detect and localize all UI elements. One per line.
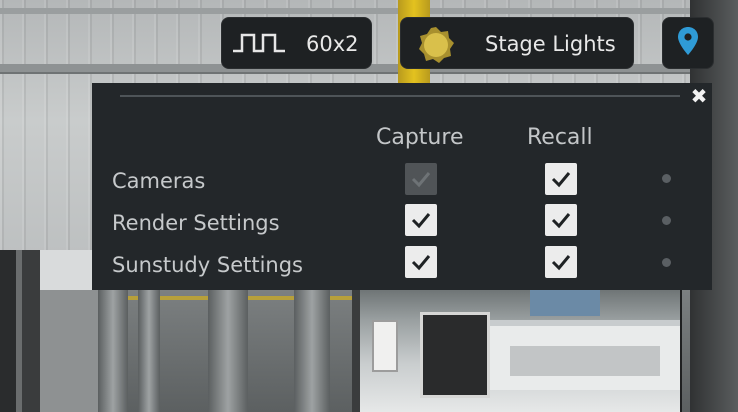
row-label-sunstudy-settings: Sunstudy Settings <box>112 253 303 277</box>
stage-lights-label: Stage Lights <box>485 32 616 56</box>
stage-lights-button[interactable]: Stage Lights <box>400 17 634 69</box>
row-status-dot <box>662 258 671 267</box>
checkmark-icon <box>411 255 431 271</box>
pillar-group <box>98 288 330 412</box>
map-pin-icon <box>677 26 699 60</box>
checkmark-icon <box>551 172 571 188</box>
fps-label: 60x2 <box>306 32 359 56</box>
checkmark-icon <box>411 213 431 229</box>
recall-column-header: Recall <box>527 125 593 150</box>
checkmark-icon <box>411 172 431 188</box>
cameras-recall-checkbox[interactable] <box>545 163 577 195</box>
pulse-wave-icon <box>232 31 286 59</box>
capture-column-header: Capture <box>376 125 464 150</box>
checkmark-icon <box>551 255 571 271</box>
sun-icon <box>417 26 455 68</box>
panel-drag-handle[interactable] <box>92 83 712 109</box>
drag-line <box>120 95 680 97</box>
fps-button[interactable]: 60x2 <box>221 17 372 69</box>
row-status-dot <box>662 174 671 183</box>
cameras-capture-checkbox <box>405 163 437 195</box>
checkmark-icon <box>551 213 571 229</box>
row-label-cameras: Cameras <box>112 169 206 193</box>
close-icon[interactable]: ✖ <box>689 86 709 106</box>
capture-recall-panel: ✖ Capture Recall Cameras Render Settings… <box>92 83 712 290</box>
location-button[interactable] <box>662 17 714 69</box>
render-settings-capture-checkbox[interactable] <box>405 204 437 236</box>
row-label-render-settings: Render Settings <box>112 211 280 235</box>
ceiling-beam <box>0 8 738 14</box>
render-settings-recall-checkbox[interactable] <box>545 204 577 236</box>
sunstudy-settings-recall-checkbox[interactable] <box>545 246 577 278</box>
factory-machine <box>360 290 680 412</box>
row-status-dot <box>662 216 671 225</box>
sunstudy-settings-capture-checkbox[interactable] <box>405 246 437 278</box>
